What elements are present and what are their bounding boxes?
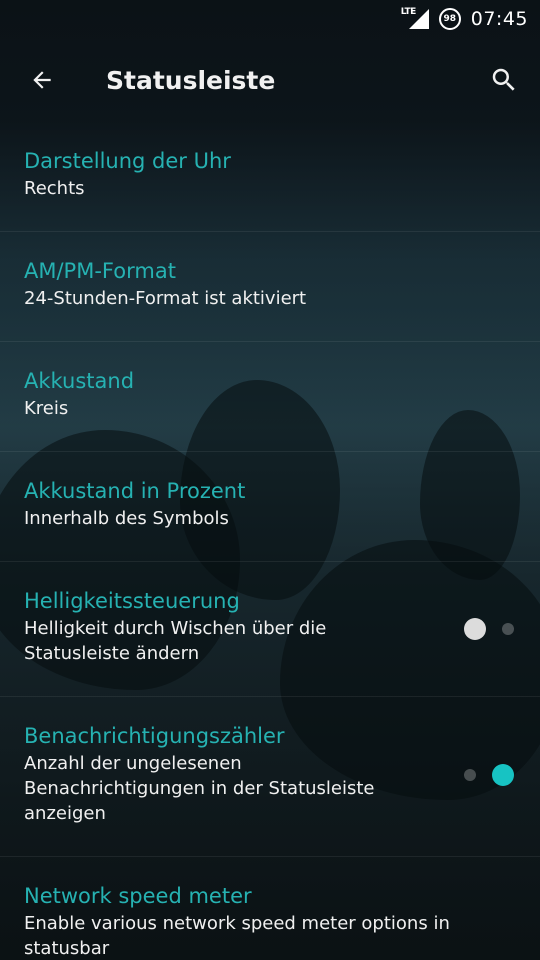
battery-circle-icon: 98: [438, 8, 461, 30]
switch-thumb: [464, 618, 486, 640]
setting-summary: 24-Stunden-Format ist aktiviert: [24, 288, 307, 309]
clock: 07:45: [470, 8, 528, 30]
battery-percent: 98: [443, 14, 456, 24]
search-icon: [492, 68, 515, 91]
status-bar: LTE 98 07:45: [0, 0, 540, 38]
switch-thumb: [492, 764, 514, 786]
switch-track: [502, 623, 514, 635]
arrow-back-icon: [33, 71, 51, 89]
setting-brightness-control[interactable]: Helligkeitssteuerung Helligkeit durch Wi…: [0, 562, 540, 697]
setting-title: Akkustand in Prozent: [24, 479, 246, 503]
settings-list: Darstellung der Uhr Rechts AM/PM-Format …: [0, 122, 540, 960]
notification-count-switch[interactable]: [464, 763, 514, 787]
setting-ampm-format[interactable]: AM/PM-Format 24-Stunden-Format ist aktiv…: [0, 232, 540, 342]
setting-summary: Kreis: [24, 398, 69, 419]
setting-title: Network speed meter: [24, 884, 252, 908]
setting-notification-count[interactable]: Benachrichtigungszähler Anzahl der ungel…: [0, 697, 540, 857]
setting-title: Akkustand: [24, 369, 135, 393]
back-button[interactable]: [22, 60, 62, 100]
setting-title: AM/PM-Format: [24, 259, 176, 283]
page-title: Statusleiste: [106, 65, 276, 95]
setting-summary: Innerhalb des Symbols: [24, 508, 229, 529]
setting-clock-position[interactable]: Darstellung der Uhr Rechts: [0, 122, 540, 232]
switch-track: [464, 769, 476, 781]
setting-network-speed-meter[interactable]: Network speed meter Enable various netwo…: [0, 857, 540, 960]
search-button[interactable]: [484, 60, 524, 100]
toolbar: Statusleiste: [0, 38, 540, 122]
lte-signal-icon: LTE: [401, 7, 429, 31]
setting-battery-percent[interactable]: Akkustand in Prozent Innerhalb des Symbo…: [0, 452, 540, 562]
setting-title: Helligkeitssteuerung: [24, 589, 240, 613]
setting-summary: Anzahl der ungelesenen Benachrichtigunge…: [24, 753, 375, 824]
setting-title: Darstellung der Uhr: [24, 149, 231, 173]
setting-battery-style[interactable]: Akkustand Kreis: [0, 342, 540, 452]
setting-summary: Helligkeit durch Wischen über die Status…: [24, 618, 327, 664]
setting-summary: Enable various network speed meter optio…: [24, 913, 450, 959]
brightness-control-switch[interactable]: [464, 617, 514, 641]
setting-summary: Rechts: [24, 178, 85, 199]
setting-title: Benachrichtigungszähler: [24, 724, 285, 748]
